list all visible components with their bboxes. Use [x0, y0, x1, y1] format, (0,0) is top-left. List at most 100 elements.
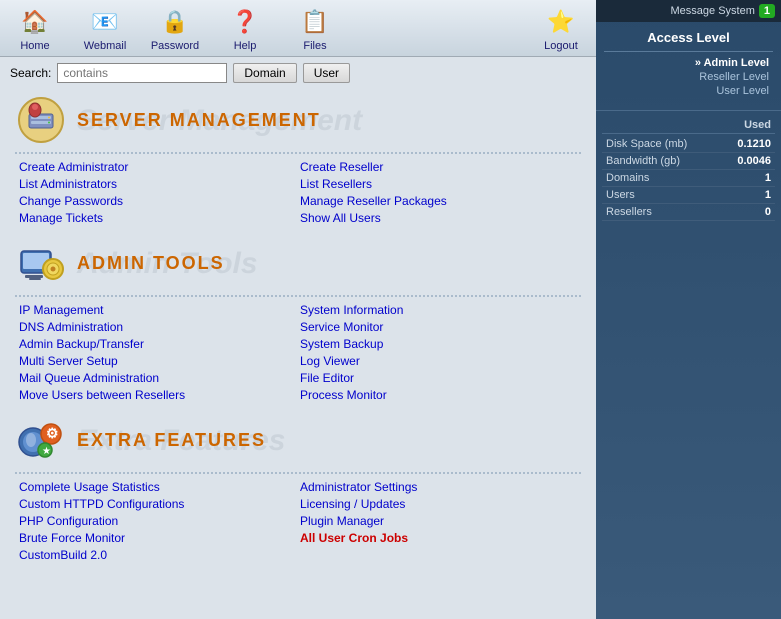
- service-monitor-link[interactable]: Service Monitor: [300, 320, 581, 334]
- access-level-title: Access Level: [604, 30, 773, 45]
- help-icon: ❓: [227, 4, 263, 40]
- user-search-button[interactable]: User: [303, 63, 350, 83]
- custom-httpd-configurations-link[interactable]: Custom HTTPD Configurations: [19, 497, 300, 511]
- stat-domains: Domains 1: [602, 170, 775, 187]
- search-bar: Search: Domain User: [0, 57, 596, 89]
- admin-backup-transfer-link[interactable]: Admin Backup/Transfer: [19, 337, 300, 351]
- nav-home[interactable]: 🏠 Home: [10, 4, 60, 52]
- administrator-settings-link[interactable]: Administrator Settings: [300, 480, 581, 494]
- nav-home-label: Home: [20, 40, 49, 52]
- extra-features-title: Extra Features: [77, 430, 266, 450]
- extra-features-icon: ⚙ ★: [15, 414, 67, 466]
- stat-disk-space: Disk Space (mb) 0.1210: [602, 136, 775, 153]
- right-sidebar: Message System 1 Access Level Admin Leve…: [596, 0, 781, 619]
- message-system-badge[interactable]: 1: [759, 4, 775, 18]
- search-input[interactable]: [57, 63, 227, 83]
- stat-bandwidth-value: 0.0046: [737, 155, 771, 167]
- nav-files[interactable]: 📋 Files: [290, 4, 340, 52]
- admin-tools-header: Admin Tools Admin Tools: [15, 237, 581, 289]
- stats-panel: Used Disk Space (mb) 0.1210 Bandwidth (g…: [596, 111, 781, 227]
- plugin-manager-link[interactable]: Plugin Manager: [300, 514, 581, 528]
- password-icon: 🔒: [157, 4, 193, 40]
- svg-text:⚙: ⚙: [46, 425, 59, 441]
- access-admin-level[interactable]: Admin Level: [604, 56, 773, 70]
- access-level-panel: Access Level Admin Level Reseller Level …: [596, 22, 781, 111]
- system-backup-link[interactable]: System Backup: [300, 337, 581, 351]
- nav-logout[interactable]: ⭐ Logout: [536, 4, 586, 52]
- main-area: 🏠 Home 📧 Webmail 🔒 Password ❓ Help 📋 Fil…: [0, 0, 596, 619]
- admin-tools-left-links: IP Management DNS Administration Admin B…: [19, 303, 300, 402]
- php-configuration-link[interactable]: PHP Configuration: [19, 514, 300, 528]
- extra-features-left-links: Complete Usage Statistics Custom HTTPD C…: [19, 480, 300, 562]
- stats-header-label: Used: [744, 119, 771, 131]
- stat-disk-space-value: 0.1210: [737, 138, 771, 150]
- message-system-label: Message System: [671, 5, 755, 17]
- server-management-right-links: Create Reseller List Resellers Manage Re…: [300, 160, 581, 225]
- nav-webmail[interactable]: 📧 Webmail: [80, 4, 130, 52]
- extra-features-section: ⚙ ★ Extra Features Extra Features Comple…: [15, 414, 581, 562]
- server-management-links: Create Administrator List Administrators…: [19, 160, 581, 225]
- manage-reseller-packages-link[interactable]: Manage Reseller Packages: [300, 194, 581, 208]
- stat-domains-value: 1: [765, 172, 771, 184]
- stat-users-value: 1: [765, 189, 771, 201]
- stats-header: Used: [602, 117, 775, 134]
- search-label: Search:: [10, 66, 51, 80]
- main-content: Server Management Server Management Crea…: [0, 89, 596, 619]
- create-administrator-link[interactable]: Create Administrator: [19, 160, 300, 174]
- extra-features-right-links: Administrator Settings Licensing / Updat…: [300, 480, 581, 562]
- licensing-updates-link[interactable]: Licensing / Updates: [300, 497, 581, 511]
- server-management-title-wrap: Server Management Server Management: [77, 110, 321, 131]
- domain-search-button[interactable]: Domain: [233, 63, 296, 83]
- system-information-link[interactable]: System Information: [300, 303, 581, 317]
- server-management-header: Server Management Server Management: [15, 94, 581, 146]
- access-user-level[interactable]: User Level: [604, 84, 773, 98]
- server-management-title: Server Management: [77, 110, 321, 130]
- all-user-cron-jobs-link[interactable]: All User Cron Jobs: [300, 531, 581, 545]
- nav-password[interactable]: 🔒 Password: [150, 4, 200, 52]
- extra-features-links: Complete Usage Statistics Custom HTTPD C…: [19, 480, 581, 562]
- admin-tools-section: Admin Tools Admin Tools IP Management DN…: [15, 237, 581, 402]
- change-passwords-link[interactable]: Change Passwords: [19, 194, 300, 208]
- stat-resellers: Resellers 0: [602, 204, 775, 221]
- complete-usage-statistics-link[interactable]: Complete Usage Statistics: [19, 480, 300, 494]
- stat-disk-space-label: Disk Space (mb): [606, 138, 687, 150]
- custombuild-link[interactable]: CustomBuild 2.0: [19, 548, 300, 562]
- access-reseller-level[interactable]: Reseller Level: [604, 70, 773, 84]
- nav-help[interactable]: ❓ Help: [220, 4, 270, 52]
- stat-users-label: Users: [606, 189, 635, 201]
- admin-tools-title-wrap: Admin Tools Admin Tools: [77, 253, 225, 274]
- stat-bandwidth-label: Bandwidth (gb): [606, 155, 680, 167]
- dns-administration-link[interactable]: DNS Administration: [19, 320, 300, 334]
- nav-help-label: Help: [234, 40, 257, 52]
- multi-server-setup-link[interactable]: Multi Server Setup: [19, 354, 300, 368]
- stat-resellers-label: Resellers: [606, 206, 652, 218]
- stat-bandwidth: Bandwidth (gb) 0.0046: [602, 153, 775, 170]
- webmail-icon: 📧: [87, 4, 123, 40]
- mail-queue-administration-link[interactable]: Mail Queue Administration: [19, 371, 300, 385]
- manage-tickets-link[interactable]: Manage Tickets: [19, 211, 300, 225]
- admin-tools-icon: [15, 237, 67, 289]
- admin-tools-links: IP Management DNS Administration Admin B…: [19, 303, 581, 402]
- logout-icon: ⭐: [543, 4, 579, 40]
- stat-users: Users 1: [602, 187, 775, 204]
- show-all-users-link[interactable]: Show All Users: [300, 211, 581, 225]
- top-navigation: 🏠 Home 📧 Webmail 🔒 Password ❓ Help 📋 Fil…: [0, 0, 596, 57]
- files-icon: 📋: [297, 4, 333, 40]
- list-administrators-link[interactable]: List Administrators: [19, 177, 300, 191]
- nav-webmail-label: Webmail: [84, 40, 127, 52]
- extra-features-title-wrap: Extra Features Extra Features: [77, 430, 266, 451]
- server-management-left-links: Create Administrator List Administrators…: [19, 160, 300, 225]
- server-management-icon: [15, 94, 67, 146]
- create-reseller-link[interactable]: Create Reseller: [300, 160, 581, 174]
- brute-force-monitor-link[interactable]: Brute Force Monitor: [19, 531, 300, 545]
- file-editor-link[interactable]: File Editor: [300, 371, 581, 385]
- stat-resellers-value: 0: [765, 206, 771, 218]
- ip-management-link[interactable]: IP Management: [19, 303, 300, 317]
- move-users-between-resellers-link[interactable]: Move Users between Resellers: [19, 388, 300, 402]
- home-icon: 🏠: [17, 4, 53, 40]
- svg-text:★: ★: [42, 446, 51, 457]
- nav-password-label: Password: [151, 40, 199, 52]
- process-monitor-link[interactable]: Process Monitor: [300, 388, 581, 402]
- list-resellers-link[interactable]: List Resellers: [300, 177, 581, 191]
- log-viewer-link[interactable]: Log Viewer: [300, 354, 581, 368]
